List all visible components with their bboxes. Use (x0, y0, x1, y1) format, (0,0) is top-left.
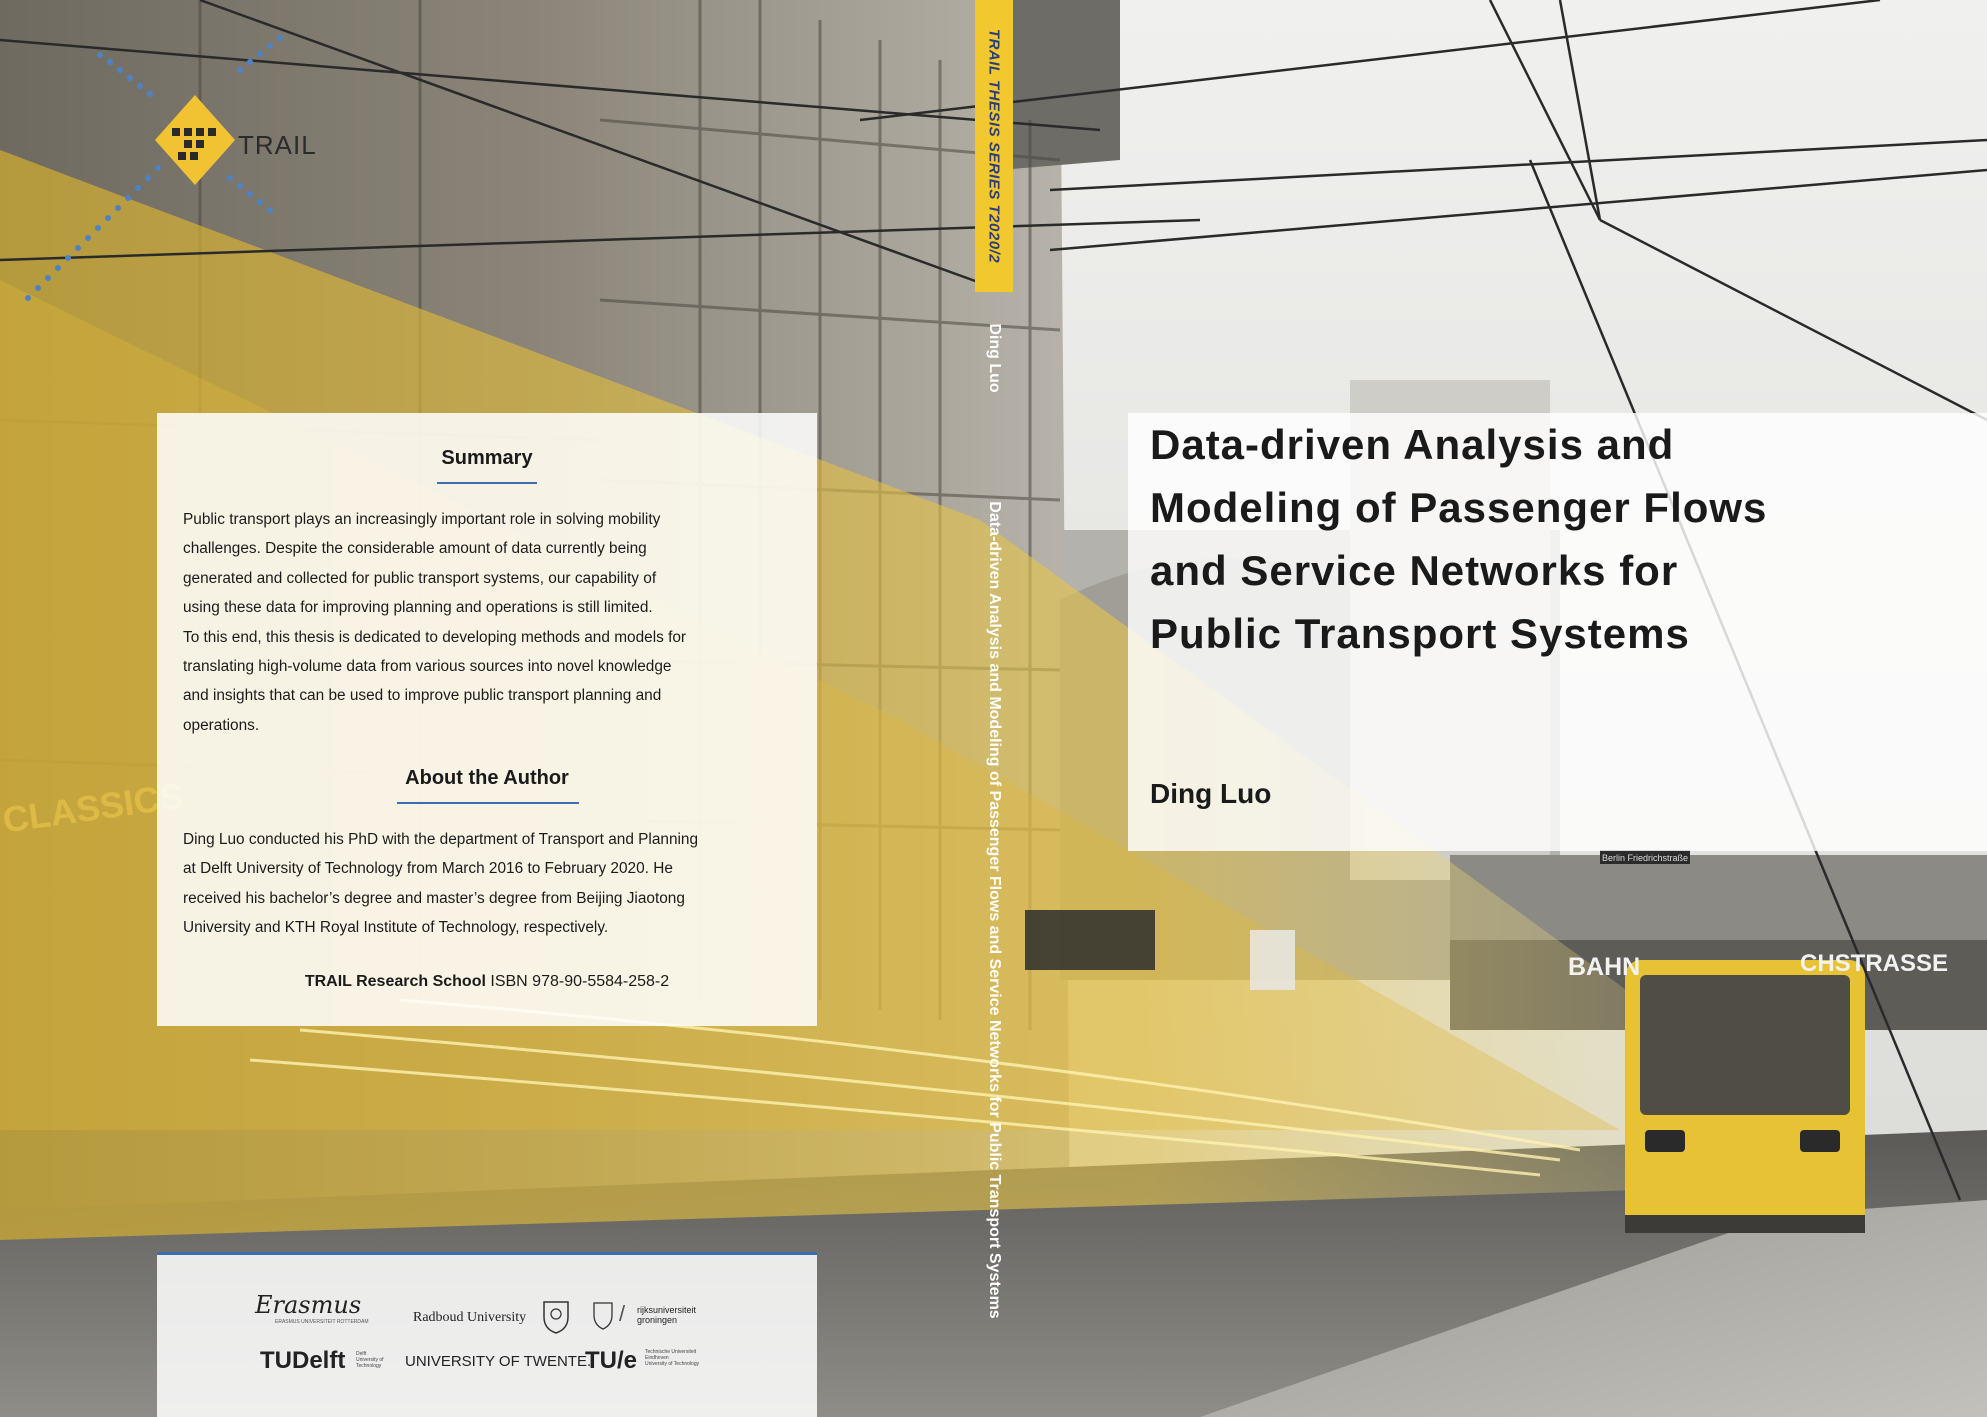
tudelft-sub-line: Technology (356, 1363, 382, 1369)
groningen-crest-icon (593, 1302, 613, 1330)
twente-logo: UNIVERSITY OF TWENTE. (405, 1353, 591, 1370)
front-title: Data-driven Analysis and Modeling of Pas… (1150, 413, 1970, 665)
erasmus-logo: Erasmus ERASMUS UNIVERSITEIT ROTTERDAM (255, 1291, 369, 1325)
spine-series-text: TRAIL THESIS SERIES T2020/2 (985, 28, 1003, 264)
about-author-heading: About the Author (405, 767, 569, 789)
radboud-logo: Radboud University (413, 1310, 526, 1326)
summary-line: Public transport plays an increasingly i… (183, 511, 661, 528)
groningen-slash-icon: / (619, 1301, 626, 1326)
front-cover-panel: Data-driven Analysis and Modeling of Pas… (1128, 413, 1987, 851)
spine-author: Ding Luo (986, 323, 1003, 393)
groningen-logo-text: rijksuniversiteit groningen (637, 1305, 696, 1325)
summary-line: operations. (183, 716, 260, 734)
summary-underline (437, 482, 537, 484)
tue-logo-wordmark: TU/e (585, 1347, 638, 1374)
front-title-line: and Service Networks for (1150, 547, 1679, 594)
about-author-text: Ding Luo conducted his PhD with the depa… (183, 825, 793, 943)
front-title-line: Modeling of Passenger Flows (1150, 484, 1768, 531)
erasmus-logo-subtitle: ERASMUS UNIVERSITEIT ROTTERDAM (275, 1319, 369, 1325)
groningen-line-2: groningen (637, 1315, 678, 1325)
author-line: Ding Luo conducted his PhD with the depa… (183, 831, 699, 848)
twente-logo-text: UNIVERSITY OF TWENTE. (405, 1353, 592, 1370)
isbn-line: TRAIL Research School ISBN 978-90-5584-2… (157, 973, 817, 991)
front-title-line: Data-driven Analysis and (1150, 421, 1675, 468)
university-logos-strip: Erasmus ERASMUS UNIVERSITEIT ROTTERDAM R… (157, 1252, 817, 1417)
research-school-name: TRAIL Research School (304, 973, 486, 990)
summary-line: generated and collected for public trans… (183, 569, 657, 587)
radboud-crest-icon (543, 1301, 569, 1334)
about-author-underline (397, 802, 579, 804)
station-sign: Berlin Friedrichstraße (1602, 853, 1688, 863)
erasmus-logo-wordmark: Erasmus (255, 1291, 362, 1319)
author-line: at Delft University of Technology from M… (183, 860, 673, 878)
summary-line: challenges. Despite the considerable amo… (183, 540, 647, 558)
front-author: Ding Luo (1150, 778, 1272, 809)
strasse-sign: CHSTRASSE (1800, 950, 1949, 977)
tue-logo: TU/e Technische Universiteit Eindhoven U… (585, 1347, 699, 1375)
summary-line: and insights that can be used to improve… (183, 687, 662, 705)
tudelft-logo-subtitle: Delft University of Technology (356, 1351, 384, 1369)
radboud-logo-text: Radboud University (413, 1310, 527, 1325)
summary-line: translating high-volume data from variou… (183, 658, 672, 676)
author-line: received his bachelor’s degree and maste… (183, 889, 685, 907)
isbn-number: ISBN 978-90-5584-258-2 (490, 973, 670, 990)
bahn-sign: BAHN (1568, 953, 1641, 981)
spine-title: Data-driven Analysis and Modeling of Pas… (986, 501, 1003, 1319)
tue-sub-line: University of Technology (645, 1361, 700, 1367)
groningen-logo: / rijksuniversiteit groningen (619, 1301, 696, 1327)
back-cover-panel: Summary Public transport plays an increa… (157, 413, 817, 1026)
summary-text: Public transport plays an increasingly i… (183, 505, 793, 740)
groningen-line-1: rijksuniversiteit (637, 1305, 697, 1315)
trail-logo-text: TRAIL (238, 130, 317, 160)
tudelft-logo-wordmark: TUDelft (260, 1347, 346, 1374)
tudelft-logo: TUDelft Delft University of Technology (260, 1347, 384, 1375)
front-title-line: Public Transport Systems (1150, 610, 1690, 657)
tue-logo-subtitle: Technische Universiteit Eindhoven Univer… (645, 1349, 699, 1367)
summary-line: using these data for improving planning … (183, 599, 653, 617)
summary-heading: Summary (441, 447, 533, 469)
summary-line: To this end, this thesis is dedicated to… (183, 628, 687, 646)
author-line: University and KTH Royal Institute of Te… (183, 919, 609, 937)
